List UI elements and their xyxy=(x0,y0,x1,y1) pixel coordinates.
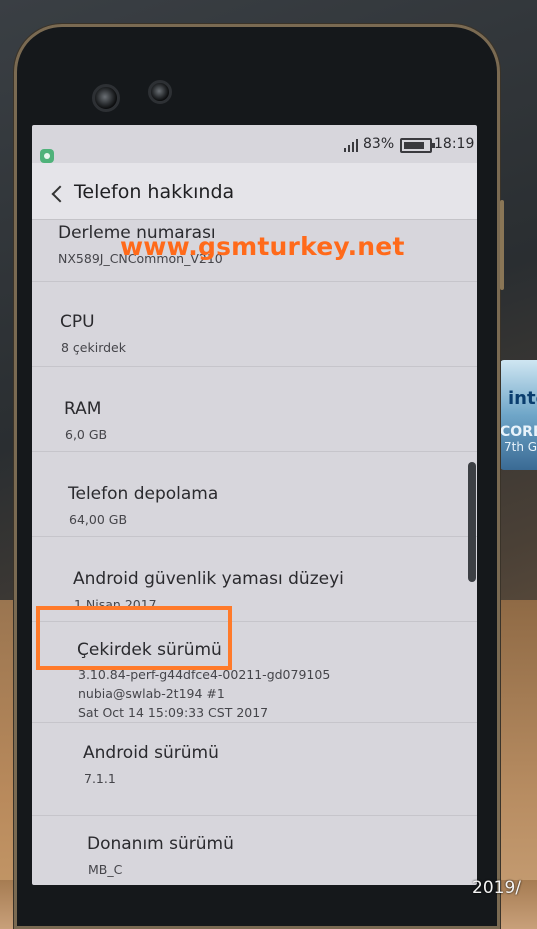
item-value: 6,0 GB xyxy=(65,427,108,442)
highlight-box xyxy=(36,606,232,670)
list-item-android-version[interactable]: Android sürümü 7.1.1 xyxy=(32,723,477,816)
notification-app-icon xyxy=(40,149,54,163)
list-item-storage[interactable]: Telefon depolama 64,00 GB xyxy=(32,452,477,537)
page-title: Telefon hakkında xyxy=(74,181,235,203)
clock: 18:19 xyxy=(434,136,475,152)
sticker-brand: inte xyxy=(508,388,537,409)
side-button xyxy=(500,200,504,290)
item-label: Android güvenlik yaması düzeyi xyxy=(73,569,344,589)
battery-percentage: 83% xyxy=(363,136,395,152)
battery-icon xyxy=(400,138,435,153)
item-value-line-2: nubia@swlab-2t194 #1 xyxy=(78,686,225,701)
item-label: Telefon depolama xyxy=(68,484,219,504)
item-label: Android sürümü xyxy=(83,743,219,763)
list-item-hardware-version[interactable]: Donanım sürümü MB_C xyxy=(32,816,477,885)
list-item-cpu[interactable]: CPU 8 çekirdek xyxy=(32,282,477,367)
item-value: 8 çekirdek xyxy=(61,340,126,355)
signal-icon xyxy=(344,138,360,152)
list-item-ram[interactable]: RAM 6,0 GB xyxy=(32,367,477,452)
status-bar: 83% 18:19 xyxy=(32,125,477,163)
watermark-text: www.gsmturkey.net xyxy=(120,232,405,261)
front-camera-icon xyxy=(92,84,120,112)
sticker-line-1: CORE xyxy=(500,424,537,440)
photo-date-stamp: 2019/ xyxy=(472,878,521,898)
item-value-line-3: Sat Oct 14 15:09:33 CST 2017 xyxy=(78,705,269,720)
item-value: MB_C xyxy=(88,862,123,877)
item-label: RAM xyxy=(64,399,102,419)
item-label: Donanım sürümü xyxy=(87,834,234,854)
laptop-sticker: inte CORE 7th G xyxy=(500,360,537,470)
item-label: CPU xyxy=(60,312,95,332)
item-value: 64,00 GB xyxy=(69,512,128,527)
sticker-line-2: 7th G xyxy=(504,440,537,454)
back-arrow-icon[interactable] xyxy=(51,185,69,203)
app-bar: Telefon hakkında xyxy=(32,163,477,220)
item-value: 7.1.1 xyxy=(84,771,116,786)
phone-edge-shadow xyxy=(468,462,476,582)
front-sensor-icon xyxy=(148,80,172,104)
